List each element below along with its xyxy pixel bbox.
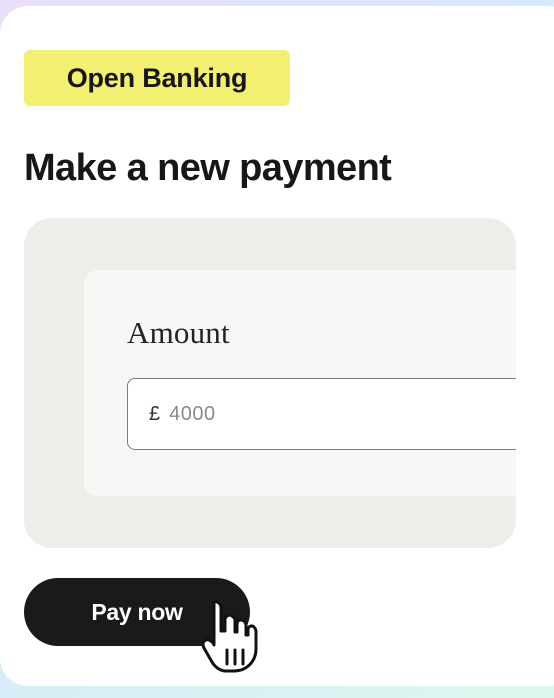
amount-input[interactable]: £ 4000 bbox=[127, 378, 516, 450]
open-banking-badge: Open Banking bbox=[24, 50, 290, 106]
page-title: Make a new payment bbox=[24, 147, 392, 189]
payment-card: Open Banking Make a new payment Amount £… bbox=[0, 6, 554, 686]
currency-symbol: £ bbox=[149, 402, 161, 425]
amount-field-container: Amount £ 4000 bbox=[84, 270, 516, 496]
amount-label: Amount bbox=[127, 315, 230, 350]
amount-value: 4000 bbox=[169, 402, 216, 425]
amount-panel: Amount £ 4000 bbox=[24, 218, 516, 548]
open-banking-badge-label: Open Banking bbox=[66, 62, 248, 93]
pay-now-label: Pay now bbox=[91, 598, 183, 625]
hand-cursor-icon bbox=[201, 600, 258, 673]
